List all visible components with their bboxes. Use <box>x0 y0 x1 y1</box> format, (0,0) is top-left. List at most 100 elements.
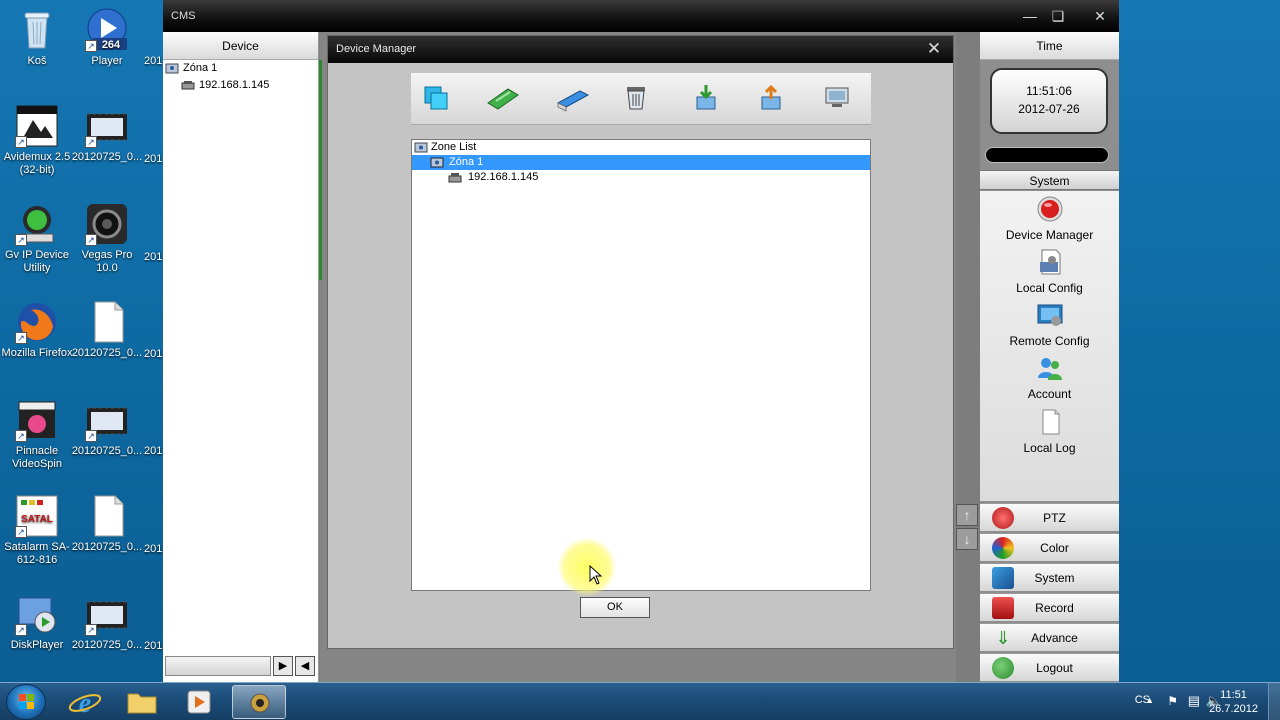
add-device-button[interactable] <box>486 83 519 113</box>
device-manager-titlebar[interactable]: Device Manager ✕ <box>328 36 953 63</box>
tree-device-label: 192.168.1.145 <box>199 79 270 91</box>
color-button[interactable]: Color <box>980 533 1119 561</box>
search-device-icon <box>825 87 849 107</box>
desktop-icon-recycle-bin[interactable]: Koš <box>0 8 74 68</box>
desktop-icon-gv-ip[interactable]: ↗ Gv IP Device Utility <box>0 202 74 275</box>
system-item-label: Device Manager <box>1005 228 1094 242</box>
tree-device-item[interactable]: 192.168.1.145 <box>163 77 318 94</box>
close-icon[interactable]: ✕ <box>1091 9 1109 25</box>
show-desktop-button[interactable] <box>1268 683 1280 720</box>
taskbar-explorer[interactable] <box>115 685 169 719</box>
clipped-icon-label: 201 <box>144 251 163 263</box>
desktop-icon-video-2[interactable]: ↗ 20120725_0... <box>70 398 144 458</box>
desktop-icon-firefox[interactable]: ↗ Mozilla Firefox <box>0 300 74 360</box>
system-item-label: Remote Config <box>1009 334 1090 348</box>
folder-icon <box>127 693 157 714</box>
export-button[interactable] <box>756 83 786 113</box>
desktop-icon-label: Pinnacle VideoSpin <box>12 445 62 470</box>
ok-button[interactable]: OK <box>580 597 650 618</box>
arrow-down-icon[interactable]: ↓ <box>956 528 978 550</box>
device-item-label: 192.168.1.145 <box>468 171 539 183</box>
system-button[interactable]: System <box>980 563 1119 591</box>
zone-list-item-selected[interactable]: Zóna 1 <box>412 155 870 170</box>
shortcut-arrow-icon: ↗ <box>15 136 27 148</box>
shortcut-arrow-icon: ↗ <box>85 430 97 442</box>
play-right-icon[interactable]: ▶ <box>273 656 293 676</box>
desktop-icon-avidemux[interactable]: ↗ Avidemux 2.5 (32-bit) <box>0 104 74 177</box>
zone-item-label: Zóna 1 <box>449 156 484 168</box>
tree-zone-label: Zóna 1 <box>183 62 218 74</box>
action-center-icon[interactable]: ⚑ <box>1167 694 1178 708</box>
device-panel-scrollbar[interactable] <box>165 656 271 676</box>
system-item-local-config[interactable]: Local Config <box>980 248 1119 295</box>
import-button[interactable] <box>691 83 721 113</box>
device-manager-icon <box>1037 196 1062 222</box>
taskbar-media-player[interactable] <box>172 685 226 719</box>
system-item-label: Account <box>1027 387 1072 401</box>
system-item-device-manager[interactable]: Device Manager <box>980 195 1119 242</box>
satalarm-icon: SATAL ↗ <box>15 494 59 538</box>
system-item-remote-config[interactable]: Remote Config <box>980 301 1119 348</box>
modify-icon <box>556 90 590 112</box>
logout-label: Logout <box>1036 661 1073 675</box>
delete-button[interactable] <box>621 83 651 113</box>
start-button[interactable] <box>6 684 46 720</box>
mouse-cursor-icon <box>589 565 603 585</box>
record-button[interactable]: Record <box>980 593 1119 621</box>
desktop-icon-diskplayer[interactable]: ↗ DiskPlayer <box>0 592 74 652</box>
logout-button[interactable]: Logout <box>980 653 1119 681</box>
taskbar-internet-explorer[interactable]: e <box>58 685 112 719</box>
system-item-account[interactable]: Account <box>980 354 1119 401</box>
dvr-device-icon <box>448 173 462 183</box>
device-manager-title: Device Manager <box>336 43 417 55</box>
delete-icon <box>627 87 645 110</box>
desktop-icon-video-3[interactable]: ↗ 20120725_0... <box>70 592 144 652</box>
add-zone-button[interactable] <box>421 83 451 113</box>
play-left-icon[interactable]: ◀ <box>295 656 315 676</box>
pinnacle-icon: ↗ <box>15 398 59 442</box>
remote-config-icon <box>1037 304 1062 326</box>
desktop-icon-video-1[interactable]: ↗ 20120725_0... <box>70 104 144 164</box>
cms-camera-icon <box>250 693 270 713</box>
desktop-icon-label: DiskPlayer <box>10 639 64 651</box>
desktop-icon-pinnacle[interactable]: ↗ Pinnacle VideoSpin <box>0 398 74 471</box>
tree-zone-item[interactable]: Zóna 1 <box>163 60 318 77</box>
internet-explorer-icon: e <box>68 688 102 719</box>
cms-titlebar[interactable]: CMS — ❏ ✕ <box>163 0 1119 32</box>
restore-icon[interactable]: ❏ <box>1049 9 1067 25</box>
desktop-icon-player[interactable]: 264 ↗ Player <box>70 8 144 68</box>
network-icon[interactable]: ▤ <box>1188 693 1200 709</box>
account-icon <box>1037 358 1062 380</box>
zone-list-device[interactable]: 192.168.1.145 <box>412 170 870 185</box>
desktop-icon-file-1[interactable]: 20120725_0... <box>70 300 144 360</box>
arrow-up-icon[interactable]: ↑ <box>956 504 978 526</box>
desktop-icon-satalarm[interactable]: SATAL ↗ Satalarm SA-612-816 <box>0 494 74 567</box>
zone-icon <box>165 63 179 74</box>
color-label: Color <box>1040 541 1069 555</box>
modify-button[interactable] <box>556 83 590 113</box>
advance-button[interactable]: ⇓ Advance <box>980 623 1119 651</box>
taskbar-time: 11:51 <box>1220 689 1247 701</box>
record-label: Record <box>1035 601 1074 615</box>
tray-expand-icon[interactable]: ▲ <box>1145 695 1154 705</box>
desktop-icon-file-2[interactable]: 20120725_0... <box>70 494 144 554</box>
taskbar-clock[interactable]: 11:51 26.7.2012 <box>1209 688 1258 716</box>
advance-label: Advance <box>1031 631 1078 645</box>
cms-title: CMS <box>171 10 196 22</box>
close-icon[interactable]: ✕ <box>925 40 943 58</box>
desktop-icon-vegas[interactable]: ↗ Vegas Pro 10.0 <box>70 202 144 275</box>
import-icon <box>696 85 716 110</box>
windows-logo-icon <box>19 694 34 709</box>
ptz-button[interactable]: PTZ <box>980 503 1119 531</box>
zone-list-root[interactable]: Zone List <box>412 140 870 155</box>
system-item-local-log[interactable]: Local Log <box>980 408 1119 455</box>
vegas-pro-icon: ↗ <box>85 202 129 246</box>
shortcut-arrow-icon: ↗ <box>85 136 97 148</box>
clipped-icon-label: 201 <box>144 153 163 165</box>
search-device-button[interactable] <box>823 83 853 113</box>
minimize-icon[interactable]: — <box>1021 9 1039 25</box>
zone-list-icon <box>414 142 428 153</box>
video-file-icon: ↗ <box>85 104 129 148</box>
taskbar-cms[interactable] <box>232 685 286 719</box>
desktop-icon-label: Avidemux 2.5 (32-bit) <box>3 151 71 176</box>
